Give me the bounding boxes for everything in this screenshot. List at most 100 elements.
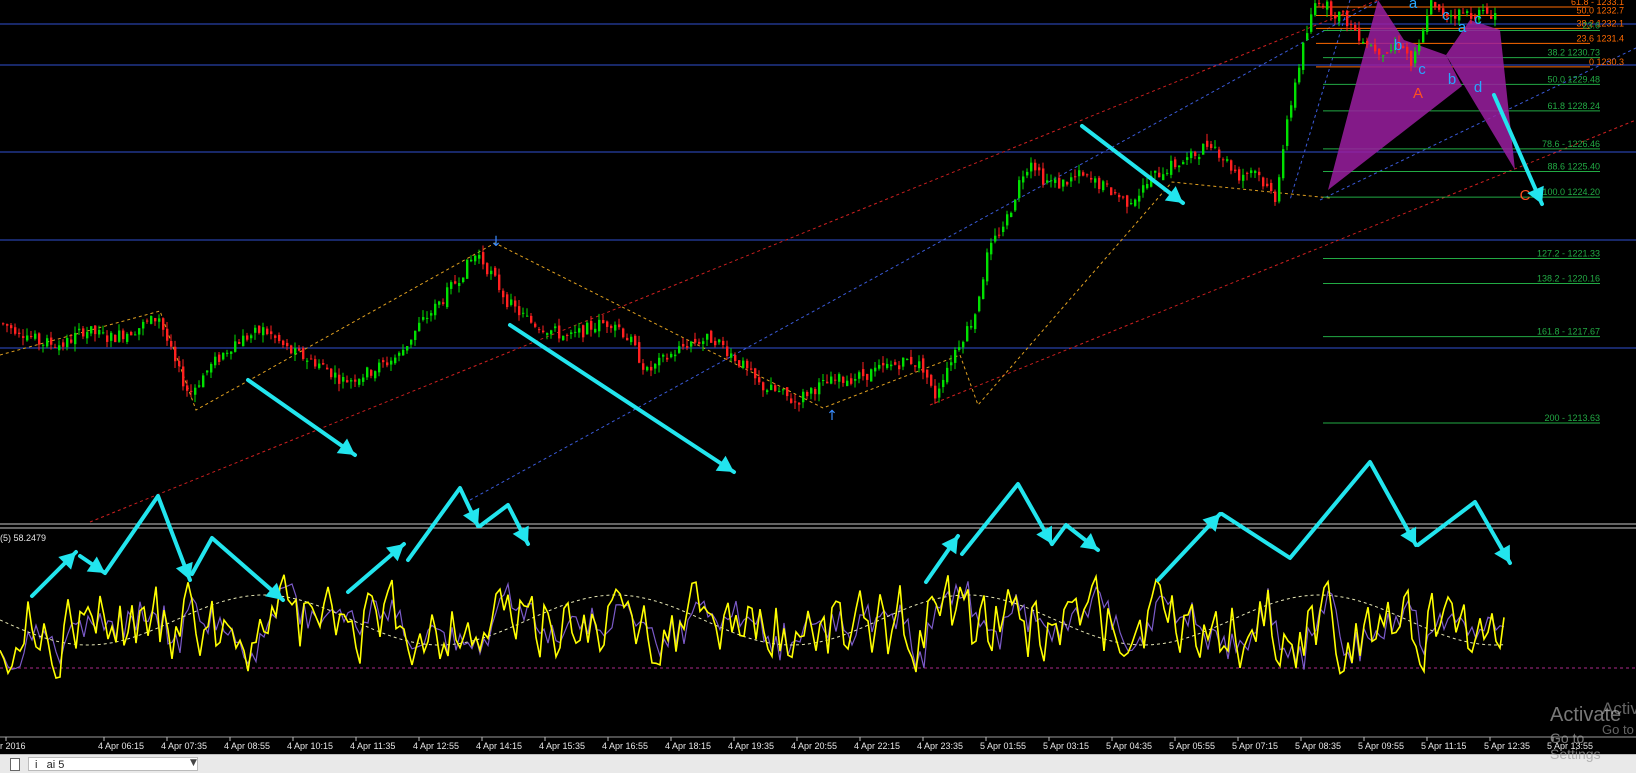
candle-body <box>394 357 397 364</box>
time-tick-label-18: 5 Apr 05:55 <box>1169 741 1215 751</box>
candle-body <box>606 321 609 327</box>
candle-body <box>902 357 905 367</box>
candle-body <box>1466 11 1469 13</box>
candle-body <box>1450 15 1453 17</box>
candle-body <box>6 324 9 326</box>
candle-body <box>170 341 173 347</box>
candle-body <box>1338 11 1341 22</box>
candle-body <box>1434 2 1437 7</box>
candle-body <box>182 366 185 387</box>
candle-body <box>1122 196 1125 198</box>
candle-body <box>142 321 145 329</box>
candle-body <box>1086 174 1089 176</box>
time-tick-label-14: 4 Apr 23:35 <box>917 741 963 751</box>
candle-body <box>326 367 329 370</box>
candle-body <box>1238 169 1241 181</box>
fib-level-label-13: 138.2 - 1220.16 <box>1537 273 1600 283</box>
time-tick-label-7: 4 Apr 14:15 <box>476 741 522 751</box>
candle-body <box>850 378 853 384</box>
candle-body <box>822 380 825 382</box>
candle-body <box>1386 52 1389 54</box>
candle-body <box>638 342 641 363</box>
candle-body <box>202 375 205 388</box>
candle-body <box>486 263 489 275</box>
candle-body <box>198 385 201 387</box>
symbol-selector[interactable]: i ai 5 <box>28 757 198 771</box>
time-tick-label-17: 5 Apr 04:35 <box>1106 741 1152 751</box>
candle-body <box>262 327 265 336</box>
candle-body <box>1090 177 1093 180</box>
candle-body <box>1158 172 1161 178</box>
candle-body <box>786 387 789 397</box>
candle-body <box>578 328 581 333</box>
candle-body <box>646 366 649 371</box>
candle-body <box>598 319 601 332</box>
candle-body <box>1422 29 1425 43</box>
candle-body <box>1298 67 1301 83</box>
candle-body <box>798 402 801 405</box>
candle-body <box>58 345 61 351</box>
candle-body <box>734 355 737 361</box>
candle-body <box>1038 167 1041 171</box>
candle-body <box>1310 14 1313 32</box>
candle-body <box>354 379 357 382</box>
candle-body <box>542 330 545 333</box>
candle-body <box>102 332 105 334</box>
fib-level-label-3: 23.6 <box>1582 21 1600 31</box>
candle-body <box>390 360 393 365</box>
candle-body <box>298 348 301 351</box>
candle-body <box>518 306 521 316</box>
candle-body <box>710 330 713 343</box>
candle-body <box>278 334 281 342</box>
candle-body <box>554 326 557 329</box>
bottom-toolbar: i ai 5 ▼ <box>0 754 1636 773</box>
candle-body <box>150 316 153 324</box>
candle-body <box>1010 212 1013 217</box>
candle-body <box>1222 159 1225 161</box>
pattern-label-4: c <box>1418 61 1426 78</box>
chevron-down-icon[interactable]: ▼ <box>190 758 197 768</box>
candle-body <box>1250 170 1253 174</box>
candle-body <box>346 380 349 383</box>
time-tick-label-5: 4 Apr 11:35 <box>350 741 395 751</box>
time-tick-label-4: 4 Apr 10:15 <box>287 741 333 751</box>
time-tick-label-15: 5 Apr 01:55 <box>980 741 1026 751</box>
candle-body <box>614 324 617 331</box>
candle-body <box>866 373 869 380</box>
candle-body <box>1270 182 1273 192</box>
candle-body <box>1034 162 1037 171</box>
candle-body <box>1018 180 1021 199</box>
candle-body <box>86 332 89 339</box>
candle-body <box>494 267 497 276</box>
candle-body <box>226 352 229 354</box>
candle-body <box>270 331 273 335</box>
candle-body <box>422 317 425 320</box>
candle-body <box>966 326 969 342</box>
candle-body <box>1362 41 1365 44</box>
candle-body <box>1154 170 1157 173</box>
candle-body <box>1226 159 1229 161</box>
candle-body <box>402 349 405 356</box>
candle-body <box>82 328 85 337</box>
candle-body <box>766 390 769 393</box>
candle-body <box>534 323 537 327</box>
candle-body <box>706 333 709 340</box>
candle-body <box>722 340 725 346</box>
candle-body <box>466 259 469 279</box>
pattern-label-1: b <box>1394 37 1402 54</box>
candle-body <box>1470 13 1473 19</box>
candle-body <box>926 369 929 378</box>
candle-body <box>906 358 909 360</box>
candle-body <box>498 274 501 290</box>
candle-body <box>678 346 681 353</box>
candle-body <box>1162 174 1165 181</box>
chart-canvas[interactable]: 61.8 - 1233.150.0 1232.738.2 1232.123.62… <box>0 0 1636 754</box>
candle-body <box>1174 159 1177 168</box>
candle-body <box>1246 172 1249 174</box>
candle-body <box>338 374 341 384</box>
candle-body <box>1006 214 1009 226</box>
candle-body <box>522 312 525 314</box>
candle-body <box>834 379 837 381</box>
candle-body <box>946 367 949 383</box>
candle-body <box>1170 160 1173 175</box>
